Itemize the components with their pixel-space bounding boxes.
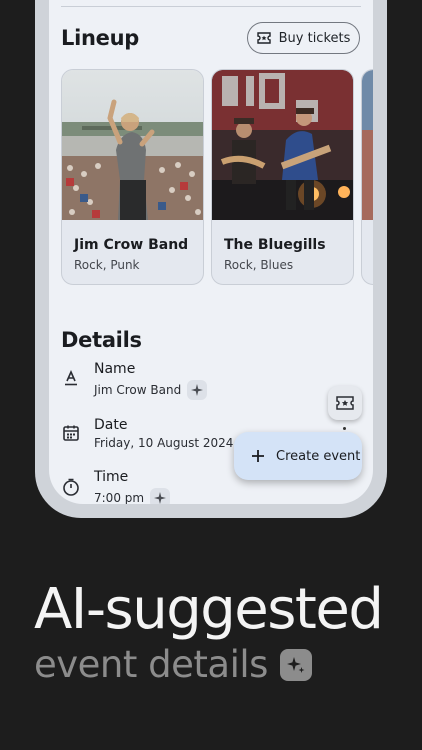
date-label: Date — [94, 417, 128, 433]
buy-tickets-button[interactable]: Buy tickets — [247, 22, 360, 54]
time-label: Time — [94, 469, 129, 485]
sparkle-icon — [191, 384, 204, 396]
ai-suggestion-chip[interactable] — [187, 380, 208, 400]
details-title: Details — [61, 328, 142, 352]
buy-tickets-label: Buy tickets — [278, 30, 351, 46]
lineup-card-jim-crow-band[interactable]: Jim Crow Band Rock, Punk — [61, 69, 204, 285]
band-name: Jim Crow Band — [74, 237, 189, 253]
time-value: 7:00 pm — [94, 491, 145, 504]
sparkle-icon — [286, 656, 305, 673]
band-genre: Rock, Blues — [224, 258, 294, 272]
create-event-label: Create event — [276, 448, 361, 464]
promo-headline: AI-suggested — [34, 577, 384, 642]
promo-subline: event details — [34, 643, 312, 686]
band-genre: Rock, Punk — [74, 258, 140, 272]
sparkle-badge — [279, 648, 312, 681]
band-name: The Bluegills — [224, 237, 326, 253]
plus-icon — [252, 450, 264, 462]
name-value-row[interactable]: Jim Crow Band — [94, 380, 208, 400]
band-photo — [62, 70, 203, 220]
tickets-mini-fab[interactable] — [328, 386, 362, 420]
lineup-title: Lineup — [61, 26, 139, 50]
app-screen: Lineup Buy tickets Jim Crow Band Rock, P… — [49, 0, 373, 504]
timer-icon — [63, 478, 79, 496]
phone-frame: Lineup Buy tickets Jim Crow Band Rock, P… — [35, 0, 387, 518]
date-value-row[interactable]: Friday, 10 August 2024 — [94, 436, 233, 450]
lineup-card-the-bluegills[interactable]: The Bluegills Rock, Blues — [211, 69, 354, 285]
text-format-icon — [65, 370, 77, 386]
date-value: Friday, 10 August 2024 — [94, 436, 234, 450]
promo-subline-text: event details — [34, 643, 268, 686]
create-event-fab[interactable]: Create event — [234, 432, 362, 480]
calendar-icon — [63, 425, 79, 441]
name-label: Name — [94, 361, 136, 377]
band-photo — [212, 70, 353, 220]
time-value-row[interactable]: 7:00 pm — [94, 488, 171, 504]
indicator-dot — [343, 427, 346, 430]
band-photo — [362, 70, 373, 220]
ticket-icon — [336, 396, 354, 410]
name-value: Jim Crow Band — [94, 383, 182, 397]
ai-suggestion-chip[interactable] — [150, 488, 171, 504]
sparkle-icon — [154, 492, 167, 504]
ticket-icon — [256, 32, 271, 44]
divider — [61, 6, 361, 7]
lineup-card-partial[interactable] — [361, 69, 373, 285]
